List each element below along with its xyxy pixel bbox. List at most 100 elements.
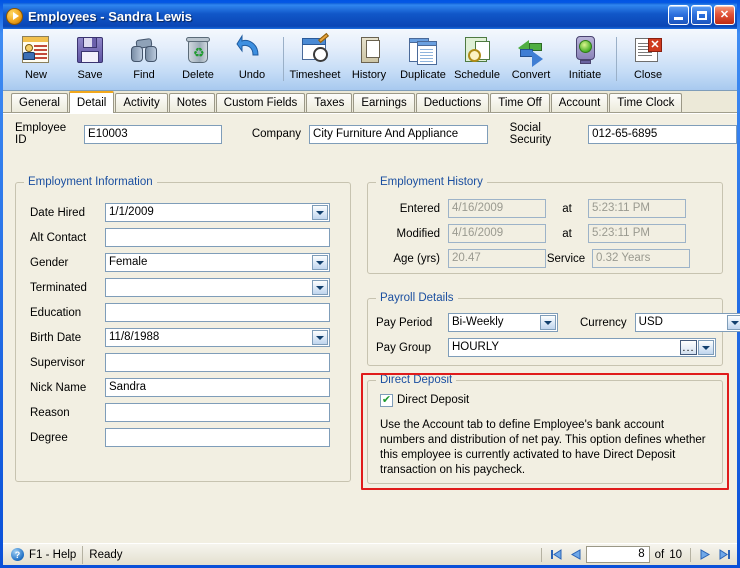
- previous-record-button[interactable]: [566, 546, 586, 564]
- input-birth-date[interactable]: 11/8/1988: [105, 328, 330, 347]
- status-help-cell[interactable]: ? F1 - Help: [5, 545, 84, 564]
- window-title-main: Employees: [28, 8, 97, 24]
- input-currency[interactable]: USD: [634, 313, 740, 332]
- toolbar-button-history[interactable]: History: [342, 33, 396, 89]
- field-terminated: Terminated: [30, 278, 340, 297]
- input-nick-name[interactable]: Sandra: [105, 378, 330, 397]
- history-row-entered: Entered 4/16/2009 at 5:23:11 PM: [378, 199, 686, 218]
- record-number-input[interactable]: 8: [585, 546, 650, 563]
- input-pay-period[interactable]: Bi-Weekly: [448, 313, 558, 332]
- tab-time-off[interactable]: Time Off: [490, 93, 550, 112]
- payroll-details-group: Payroll Details Pay Period Bi-Weekly Cur…: [367, 292, 740, 366]
- social-security-input[interactable]: 012-65-6895: [588, 124, 737, 144]
- toolbar-separator-2: [616, 37, 617, 81]
- input-alt-contact[interactable]: [105, 228, 330, 247]
- tab-taxes[interactable]: Taxes: [306, 93, 353, 112]
- direct-deposit-checkbox-row[interactable]: Direct Deposit: [380, 393, 469, 408]
- input-terminated[interactable]: [105, 278, 330, 297]
- last-record-button[interactable]: [715, 546, 735, 564]
- tab-detail[interactable]: Detail: [68, 91, 115, 113]
- value-entered-date: 4/16/2009: [448, 199, 546, 218]
- schedule-icon: [461, 34, 493, 66]
- toolbar-button-find[interactable]: Find: [117, 33, 171, 89]
- pay-group-lookup-button[interactable]: ...: [680, 340, 697, 355]
- tab-activity[interactable]: Activity: [115, 93, 168, 112]
- input-education[interactable]: [105, 303, 330, 322]
- tab-label-notes: Notes: [176, 97, 207, 109]
- help-icon: ?: [11, 548, 24, 561]
- direct-deposit-checkbox[interactable]: [380, 394, 393, 407]
- toolbar-button-convert[interactable]: Convert: [504, 33, 558, 89]
- toolbar-button-schedule[interactable]: Schedule: [450, 33, 504, 89]
- toolbar-label-undo: Undo: [238, 69, 266, 81]
- toolbar-button-delete[interactable]: ♻ Delete: [171, 33, 225, 89]
- toolbar-button-timesheet[interactable]: Timesheet: [288, 32, 342, 89]
- field-reason: Reason: [30, 403, 340, 422]
- toolbar-label-schedule: Schedule: [454, 69, 500, 81]
- window-controls: ✕: [668, 5, 735, 25]
- input-degree[interactable]: [105, 428, 330, 447]
- minimize-icon: [674, 16, 683, 20]
- chevron-down-icon-birth-date[interactable]: [312, 330, 328, 345]
- toolbar-button-save[interactable]: Save: [63, 33, 117, 89]
- field-supervisor: Supervisor: [30, 353, 340, 372]
- first-record-button[interactable]: [546, 546, 566, 564]
- status-help-label: F1 - Help: [29, 548, 77, 561]
- toolbar-button-duplicate[interactable]: Duplicate: [396, 33, 450, 89]
- nav-separator-left: [540, 547, 542, 562]
- tab-general[interactable]: General: [11, 93, 68, 112]
- tab-earnings[interactable]: Earnings: [353, 93, 415, 112]
- toolbar-separator-1: [283, 37, 284, 81]
- label-entered: Entered: [399, 202, 440, 215]
- tab-account[interactable]: Account: [550, 93, 609, 112]
- tab-deductions[interactable]: Deductions: [415, 93, 490, 112]
- toolbar-label-timesheet: Timesheet: [289, 69, 341, 81]
- toolbar-button-undo[interactable]: Undo: [225, 33, 279, 89]
- input-reason[interactable]: [105, 403, 330, 422]
- field-nick-name: Nick Name Sandra: [30, 378, 340, 397]
- status-message-label: Ready: [89, 548, 123, 561]
- chevron-down-icon-terminated[interactable]: [312, 280, 328, 295]
- label-currency: Currency: [580, 316, 627, 329]
- value-pay-group: HOURLY: [452, 341, 500, 353]
- app-play-icon: [6, 7, 23, 25]
- tab-custom-fields[interactable]: Custom Fields: [215, 93, 306, 112]
- label-nick-name: Nick Name: [30, 381, 87, 394]
- label-pay-period: Pay Period: [376, 316, 433, 329]
- close-button[interactable]: ✕: [714, 5, 735, 25]
- field-pay-period: Pay Period Bi-Weekly Currency USD: [376, 313, 740, 332]
- chevron-down-icon-date-hired[interactable]: [312, 205, 328, 220]
- convert-arrows-icon: [515, 34, 547, 67]
- next-record-button[interactable]: [695, 546, 715, 564]
- employment-information-group: Employment Information Date Hired 1/1/20…: [15, 176, 351, 482]
- tab-label-general: General: [19, 97, 60, 109]
- toolbar-button-new[interactable]: New: [9, 33, 63, 89]
- chevron-down-icon-pay-period[interactable]: [540, 315, 556, 330]
- detail-form: Employee ID E10003 Company City Furnitur…: [3, 113, 740, 543]
- application-window: Employees - Sandra Lewis ✕ New Save Find…: [0, 0, 740, 568]
- maximize-button[interactable]: [691, 5, 712, 25]
- tab-notes[interactable]: Notes: [168, 93, 215, 112]
- toolbar-button-initiate[interactable]: Initiate: [558, 33, 612, 89]
- chevron-down-icon-pay-group[interactable]: [698, 340, 714, 355]
- label-gender: Gender: [30, 256, 69, 269]
- toolbar-label-delete: Delete: [182, 69, 214, 81]
- company-input[interactable]: City Furniture And Appliance: [309, 124, 488, 144]
- input-pay-group[interactable]: HOURLY ...: [448, 338, 716, 357]
- chevron-down-icon-currency[interactable]: [726, 315, 740, 330]
- maximize-icon: [696, 10, 707, 20]
- input-date-hired[interactable]: 1/1/2009: [105, 203, 330, 222]
- toolbar-button-close[interactable]: ✕ Close: [621, 33, 675, 89]
- value-age: 20.47: [448, 249, 546, 268]
- window-title-sub: Sandra Lewis: [108, 8, 193, 24]
- employee-id-input[interactable]: E10003: [84, 124, 222, 144]
- chevron-down-icon-gender[interactable]: [312, 255, 328, 270]
- input-gender[interactable]: Female: [105, 253, 330, 272]
- tab-time-clock[interactable]: Time Clock: [609, 93, 683, 112]
- minimize-button[interactable]: [668, 5, 689, 25]
- input-supervisor[interactable]: [105, 353, 330, 372]
- label-service: Service: [546, 252, 586, 265]
- field-alt-contact: Alt Contact: [30, 228, 340, 247]
- label-terminated: Terminated: [30, 281, 87, 294]
- value-modified-date: 4/16/2009: [448, 224, 546, 243]
